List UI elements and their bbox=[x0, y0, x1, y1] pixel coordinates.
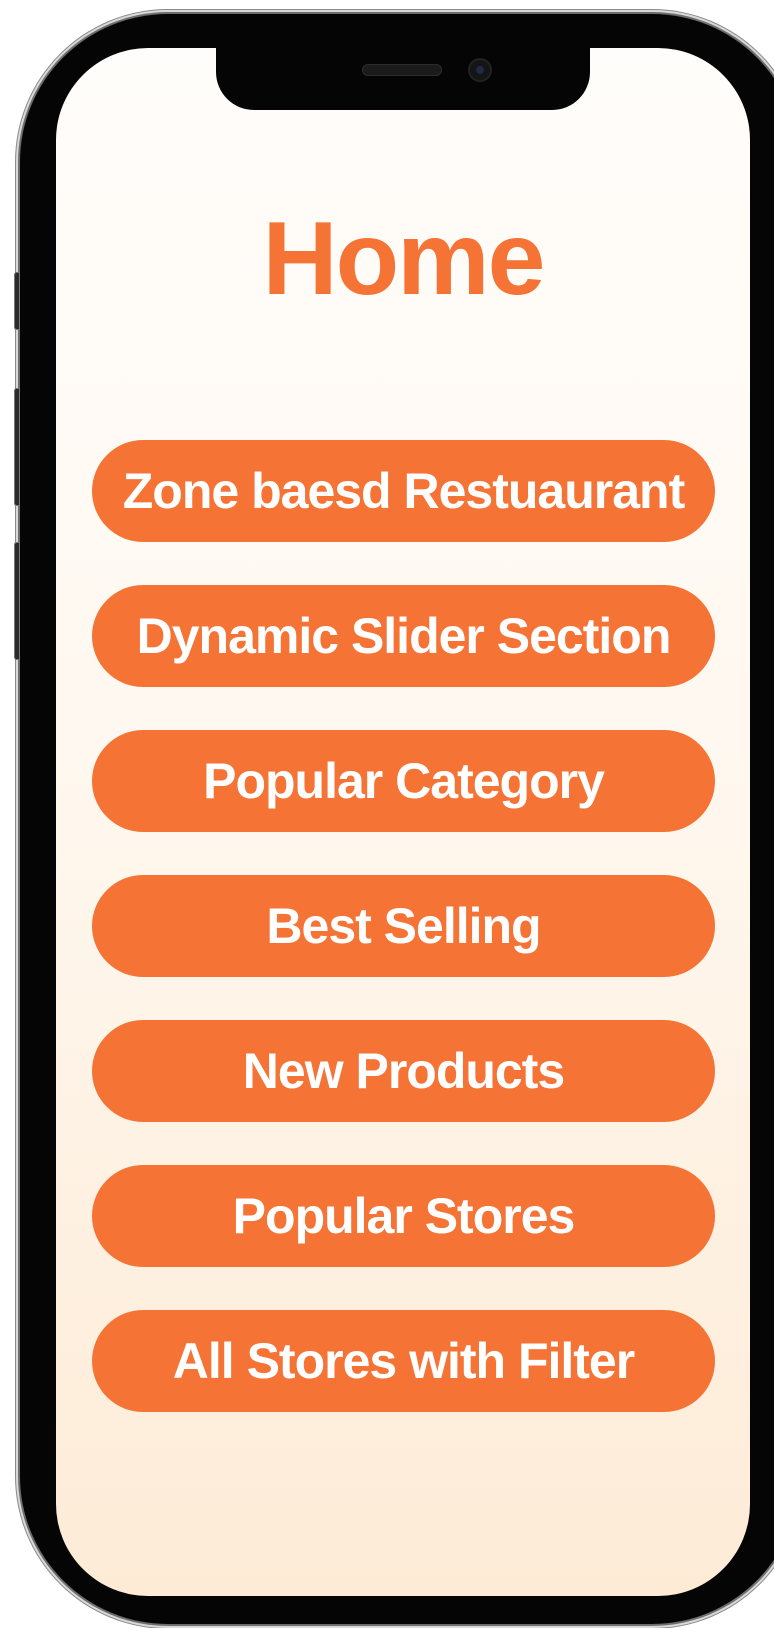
popular-stores-button[interactable]: Popular Stores bbox=[92, 1165, 715, 1267]
notch bbox=[216, 48, 590, 110]
menu-item: Dynamic Slider Section bbox=[92, 585, 715, 687]
volume-down-button bbox=[14, 542, 20, 660]
dynamic-slider-section-button[interactable]: Dynamic Slider Section bbox=[92, 585, 715, 687]
menu-item: Popular Stores bbox=[92, 1165, 715, 1267]
menu-item: New Products bbox=[92, 1020, 715, 1122]
speaker-grille bbox=[362, 64, 442, 76]
popular-category-button[interactable]: Popular Category bbox=[92, 730, 715, 832]
new-products-button[interactable]: New Products bbox=[92, 1020, 715, 1122]
mute-switch bbox=[14, 272, 20, 330]
front-camera-icon bbox=[468, 58, 492, 82]
menu-item: Best Selling bbox=[92, 875, 715, 977]
best-selling-button[interactable]: Best Selling bbox=[92, 875, 715, 977]
menu-item: Popular Category bbox=[92, 730, 715, 832]
menu-item: All Stores with Filter bbox=[92, 1310, 715, 1412]
page-title: Home bbox=[262, 201, 546, 317]
all-stores-with-filter-button[interactable]: All Stores with Filter bbox=[92, 1310, 715, 1412]
volume-up-button bbox=[14, 388, 20, 506]
zone-based-restaurant-button[interactable]: Zone baesd Restuaurant bbox=[92, 440, 715, 542]
menu-item: Zone baesd Restuaurant bbox=[92, 440, 715, 542]
home-menu: Zone baesd Restuaurant Dynamic Slider Se… bbox=[92, 440, 715, 1455]
